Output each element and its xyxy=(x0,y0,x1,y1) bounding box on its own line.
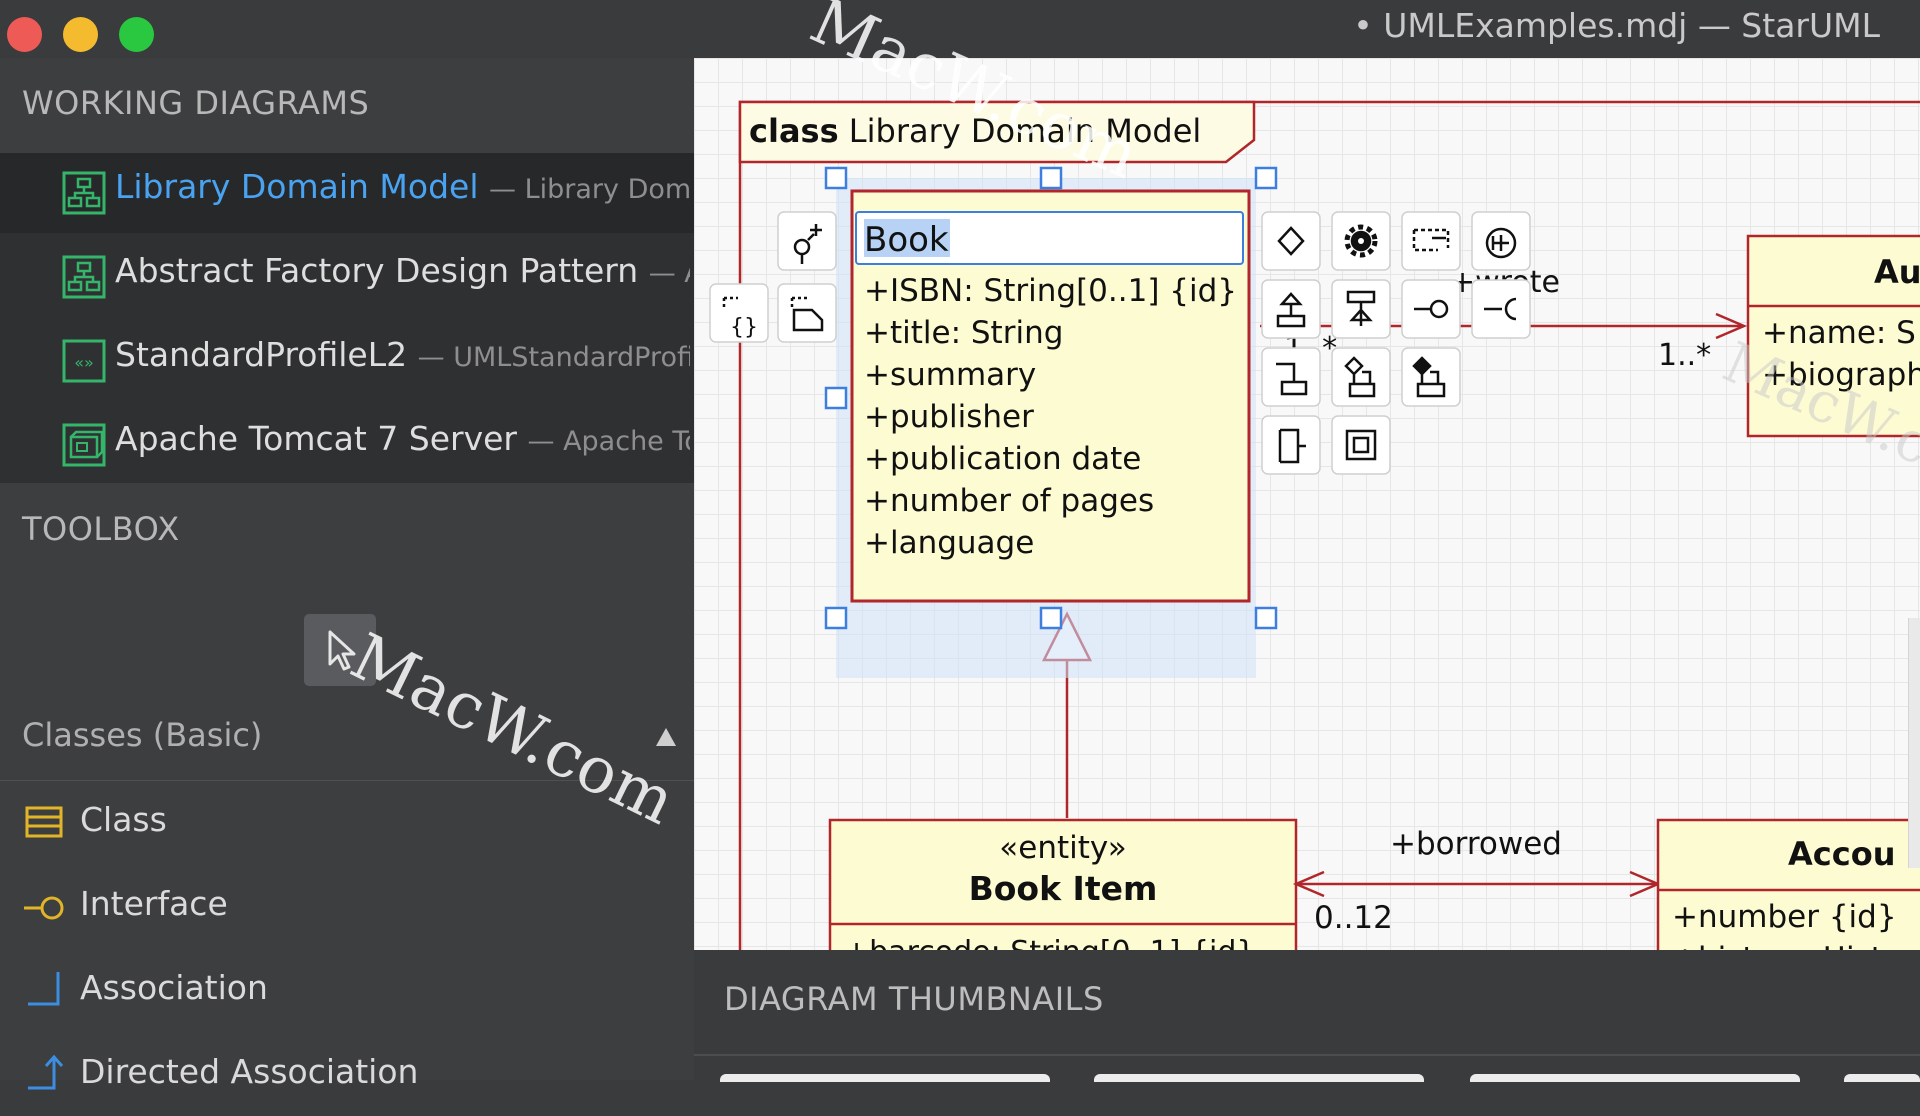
interface-icon xyxy=(24,896,64,920)
maximize-window-button[interactable] xyxy=(119,17,154,52)
class-attribute[interactable]: +ISBN: String[0..1] {id} xyxy=(864,273,1237,309)
category-label: Classes (Basic) xyxy=(22,716,263,754)
class-attribute[interactable]: +language xyxy=(864,525,1034,561)
diagram-owner: — Abstract xyxy=(648,258,690,289)
class-book[interactable]: Book +ISBN: String[0..1] {id} +title: St… xyxy=(850,189,1251,603)
class-attribute[interactable]: +publication date xyxy=(864,441,1141,477)
profile-diagram-icon: «» xyxy=(62,339,106,383)
diagram-owner: — UMLStandardProfile xyxy=(417,342,690,373)
working-diagram-standard-profile[interactable]: «» StandardProfileL2 — UMLStandardProfil… xyxy=(0,321,694,401)
class-name: Aut xyxy=(1874,253,1920,291)
association-icon xyxy=(28,972,60,1006)
deployment-diagram-icon xyxy=(62,423,106,467)
add-subclass-icon[interactable] xyxy=(1331,279,1391,339)
tool-label: Interface xyxy=(80,884,228,923)
class-attribute: +name: S xyxy=(1762,315,1916,351)
class-icon xyxy=(25,806,63,838)
class-attribute[interactable]: +number of pages xyxy=(864,483,1154,519)
diagram-thumbnails-panel: DIAGRAM THUMBNAILS xyxy=(694,950,1920,1082)
close-window-button[interactable] xyxy=(7,17,42,52)
svg-text:«»: «» xyxy=(74,353,94,372)
add-association-icon[interactable] xyxy=(1261,347,1321,407)
tool-association[interactable]: Association xyxy=(0,950,694,1032)
multiplicity-borrowed: 0..12 xyxy=(1314,900,1393,936)
add-aggregation-icon[interactable] xyxy=(1331,347,1391,407)
thumbnail-card[interactable] xyxy=(1094,1074,1424,1082)
sidebar: WORKING DIAGRAMS Library Domain Model — … xyxy=(0,58,694,1091)
tool-interface[interactable]: Interface xyxy=(0,866,694,948)
minimize-window-button[interactable] xyxy=(63,17,98,52)
add-port-icon[interactable] xyxy=(1471,211,1531,271)
diagram-name: StandardProfileL2 xyxy=(115,335,408,374)
add-interface-realization-icon[interactable] xyxy=(1401,279,1461,339)
class-name: Accou xyxy=(1788,835,1895,873)
diagram-owner: — Apache Tomcat xyxy=(527,426,690,457)
class-attribute: +history: Hist xyxy=(1672,941,1883,950)
diagram-name: Abstract Factory Design Pattern xyxy=(115,251,639,290)
class-diagram-icon xyxy=(62,171,106,215)
tool-label: Association xyxy=(80,968,268,1007)
thumbnail-card[interactable] xyxy=(720,1074,1050,1082)
thumbnails-heading: DIAGRAM THUMBNAILS xyxy=(724,980,1104,1018)
tool-label: Class xyxy=(80,800,167,839)
working-diagram-abstract-factory[interactable]: Abstract Factory Design Pattern — Abstra… xyxy=(0,237,694,317)
class-attribute: +barcode: String[0..1] {id} xyxy=(844,935,1256,950)
role-label-borrowed: +borrowed xyxy=(1390,826,1562,862)
class-book-item[interactable]: «entity» Book Item +barcode: String[0..1… xyxy=(828,818,1298,950)
class-diagram-icon xyxy=(62,255,106,299)
window-title: • UMLExamples.mdj — StarUML xyxy=(1353,6,1880,45)
add-composition-icon[interactable] xyxy=(1401,347,1461,407)
add-containment-icon[interactable] xyxy=(1331,415,1391,475)
class-name-input[interactable]: Book xyxy=(864,220,949,260)
directed-association-icon xyxy=(28,1054,64,1090)
diagram-owner: — Library Domain xyxy=(489,174,690,205)
thumbnail-card[interactable] xyxy=(1844,1074,1920,1082)
class-attribute[interactable]: +publisher xyxy=(864,399,1034,435)
diagram-canvas[interactable]: class Library Domain Model +wrote 1..* 1… xyxy=(694,58,1920,950)
tool-directed-association[interactable]: Directed Association xyxy=(0,1034,694,1116)
add-attribute-icon[interactable] xyxy=(777,211,837,271)
svg-text:{}: {} xyxy=(730,315,758,340)
add-template-parameter-icon[interactable]: {} xyxy=(709,283,769,343)
toolbox-heading: TOOLBOX xyxy=(22,510,180,548)
canvas-edge-panel xyxy=(1908,618,1920,868)
add-dependency-icon[interactable] xyxy=(1261,415,1321,475)
tool-label: Directed Association xyxy=(80,1052,419,1091)
diagram-svg[interactable]: class Library Domain Model +wrote 1..* 1… xyxy=(694,58,1920,950)
diagram-name: Apache Tomcat 7 Server xyxy=(115,419,517,458)
add-generalization-icon[interactable] xyxy=(1261,279,1321,339)
class-stereotype: «entity» xyxy=(999,830,1126,866)
add-required-interface-icon[interactable] xyxy=(1471,279,1531,339)
class-attribute[interactable]: +summary xyxy=(864,357,1036,393)
gear-icon[interactable] xyxy=(1331,211,1391,271)
thumbnail-card[interactable] xyxy=(1470,1074,1800,1082)
collapse-triangle-icon[interactable] xyxy=(654,726,678,748)
add-reception-icon[interactable] xyxy=(1401,211,1461,271)
panel-divider xyxy=(694,1054,1920,1056)
diagram-name: Library Domain Model xyxy=(115,167,479,206)
add-literal-icon[interactable] xyxy=(1261,211,1321,271)
multiplicity-author: 1..* xyxy=(1658,338,1711,373)
working-diagrams-heading: WORKING DIAGRAMS xyxy=(22,84,370,122)
class-account[interactable]: Accou +number {id} +history: Hist xyxy=(1656,818,1920,950)
working-diagrams-list: Library Domain Model — Library Domain Ab… xyxy=(0,153,694,483)
add-operation-icon[interactable] xyxy=(777,283,837,343)
class-attribute[interactable]: +title: String xyxy=(864,315,1063,351)
class-name: Book Item xyxy=(969,869,1158,908)
class-attribute: +number {id} xyxy=(1672,899,1897,935)
working-diagram-apache-tomcat[interactable]: Apache Tomcat 7 Server — Apache Tomcat xyxy=(0,405,694,485)
working-diagram-library-domain-model[interactable]: Library Domain Model — Library Domain xyxy=(0,153,694,233)
